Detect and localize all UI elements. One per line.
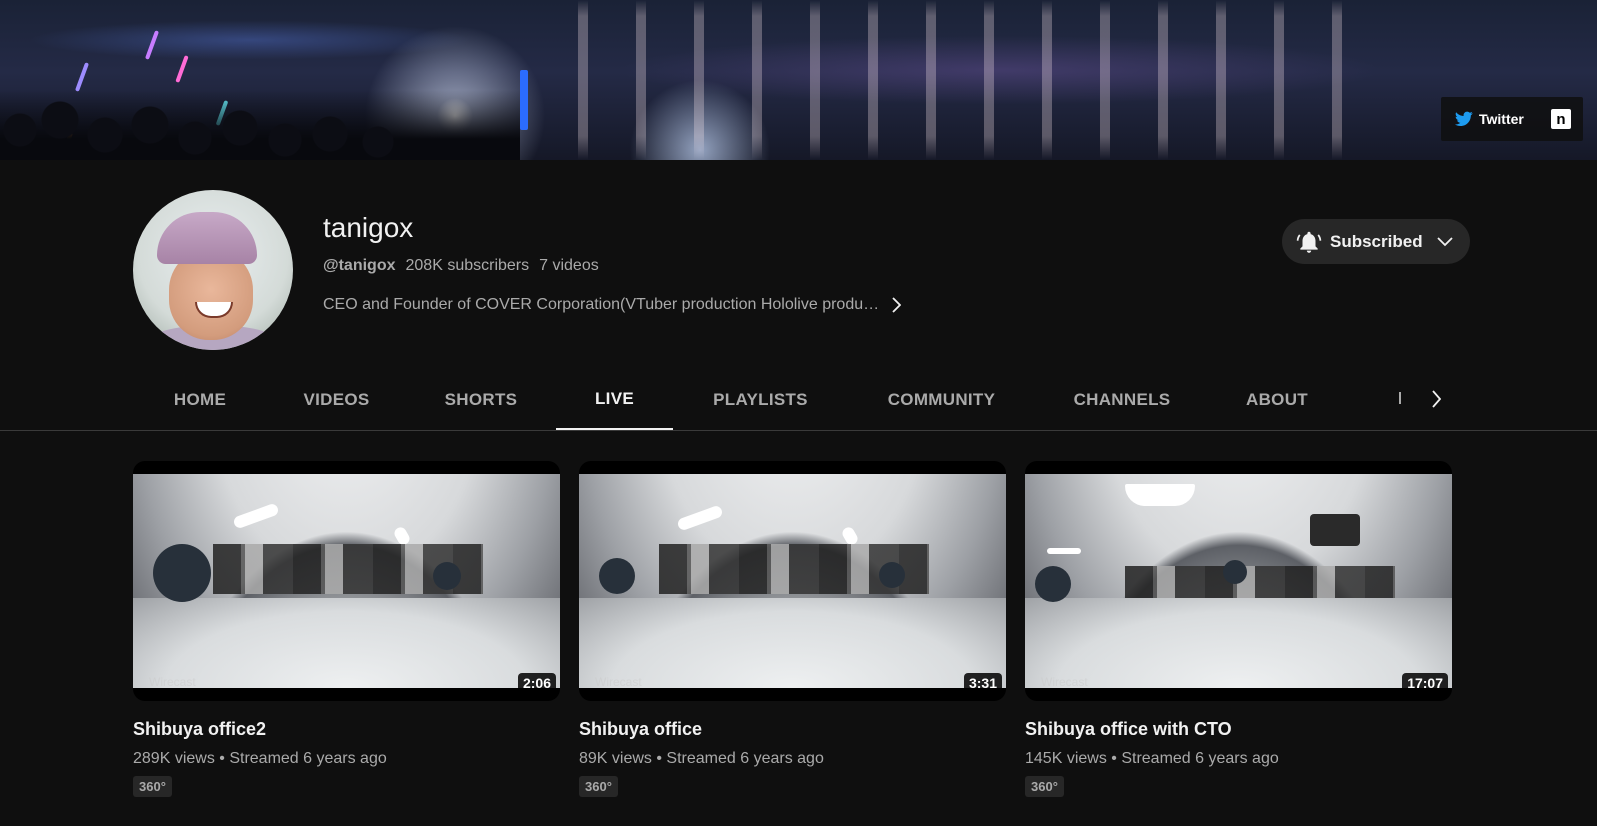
- channel-description-text: CEO and Founder of COVER Corporation(VTu…: [323, 296, 880, 313]
- video-streamed-date: Streamed 6 years ago: [1121, 750, 1279, 767]
- video-360-badge: 360°: [579, 776, 618, 797]
- video-360-badge: 360°: [133, 776, 172, 797]
- banner-crowd: [0, 90, 520, 160]
- tab-live[interactable]: LIVE: [556, 370, 673, 430]
- subscribed-label: Subscribed: [1330, 231, 1423, 251]
- glow-stick: [175, 55, 189, 83]
- channel-description[interactable]: CEO and Founder of COVER Corporation(VTu…: [323, 296, 902, 314]
- tab-videos[interactable]: VIDEOS: [267, 370, 406, 430]
- twitter-bird-icon: [1455, 111, 1473, 127]
- bell-icon: [1296, 229, 1322, 255]
- video-meta: 89K views • Streamed 6 years ago: [579, 750, 1006, 768]
- video-duration: 2:06: [517, 673, 556, 693]
- video-streamed-date: Streamed 6 years ago: [229, 750, 387, 767]
- video-card: Wirecast 3:31 Shibuya office 89K views •…: [579, 461, 1006, 797]
- channel-handle: @tanigox: [323, 257, 396, 274]
- video-thumbnail[interactable]: Wirecast 17:07: [1025, 461, 1452, 701]
- tab-home[interactable]: HOME: [133, 370, 267, 430]
- video-thumbnail[interactable]: Wirecast 3:31: [579, 461, 1006, 701]
- tab-channels[interactable]: CHANNELS: [1035, 370, 1209, 430]
- thumbnail-image: [133, 474, 560, 688]
- video-card: Wirecast 17:07 Shibuya office with CTO 1…: [1025, 461, 1452, 797]
- video-title[interactable]: Shibuya office2: [133, 719, 560, 740]
- channel-name: tanigox: [323, 212, 414, 243]
- video-duration: 3:31: [963, 673, 1002, 693]
- tabs-scroll-right-button[interactable]: [1418, 386, 1454, 416]
- video-360-badge: 360°: [1025, 776, 1064, 797]
- twitter-link-label: Twitter: [1479, 111, 1524, 127]
- meta-separator: •: [219, 750, 230, 767]
- video-meta: 289K views • Streamed 6 years ago: [133, 750, 560, 768]
- banner-links: Twitter n: [1441, 97, 1583, 141]
- video-thumbnail[interactable]: Wirecast 2:06: [133, 461, 560, 701]
- note-link[interactable]: n: [1551, 109, 1571, 129]
- tab-playlists[interactable]: PLAYLISTS: [673, 370, 848, 430]
- thumbnail-image: [579, 474, 1006, 688]
- subscribed-button[interactable]: Subscribed: [1282, 219, 1470, 264]
- avatar-cap: [157, 212, 257, 264]
- video-streamed-date: Streamed 6 years ago: [666, 750, 824, 767]
- video-views: 89K views: [579, 750, 652, 767]
- twitter-link[interactable]: Twitter: [1455, 111, 1524, 127]
- subscriber-count: 208K subscribers: [405, 257, 530, 274]
- channel-meta: @tanigox 208K subscribers 7 videos: [323, 257, 599, 275]
- thumbnail-watermark: Wirecast: [1041, 675, 1088, 689]
- chevron-down-icon: [1436, 236, 1453, 247]
- chevron-right-icon: [891, 297, 902, 313]
- video-views: 289K views: [133, 750, 215, 767]
- thumbnail-watermark: Wirecast: [149, 675, 196, 689]
- stage-light: [520, 70, 528, 130]
- video-views: 145K views: [1025, 750, 1107, 767]
- video-title[interactable]: Shibuya office with CTO: [1025, 719, 1452, 740]
- tab-overflow-indicator: [1399, 392, 1401, 404]
- note-icon: n: [1556, 110, 1566, 128]
- video-duration: 17:07: [1402, 673, 1448, 693]
- tabs-divider: [0, 430, 1597, 431]
- channel-banner: Twitter n: [0, 0, 1597, 160]
- glow-stick: [144, 30, 160, 60]
- channel-avatar[interactable]: [133, 190, 293, 350]
- meta-separator: •: [1111, 750, 1122, 767]
- banner-performers: [560, 0, 1380, 160]
- meta-separator: •: [656, 750, 667, 767]
- tab-community[interactable]: COMMUNITY: [848, 370, 1035, 430]
- thumbnail-image: [1025, 474, 1452, 688]
- video-count: 7 videos: [539, 257, 599, 274]
- glow-stick: [74, 62, 90, 92]
- video-card: Wirecast 2:06 Shibuya office2 289K views…: [133, 461, 560, 797]
- video-meta: 145K views • Streamed 6 years ago: [1025, 750, 1452, 768]
- channel-tabs: HOME VIDEOS SHORTS LIVE PLAYLISTS COMMUN…: [133, 370, 1345, 430]
- chevron-right-icon: [1431, 389, 1442, 413]
- tab-about[interactable]: ABOUT: [1209, 370, 1345, 430]
- thumbnail-watermark: Wirecast: [595, 675, 642, 689]
- video-title[interactable]: Shibuya office: [579, 719, 1006, 740]
- tab-shorts[interactable]: SHORTS: [406, 370, 556, 430]
